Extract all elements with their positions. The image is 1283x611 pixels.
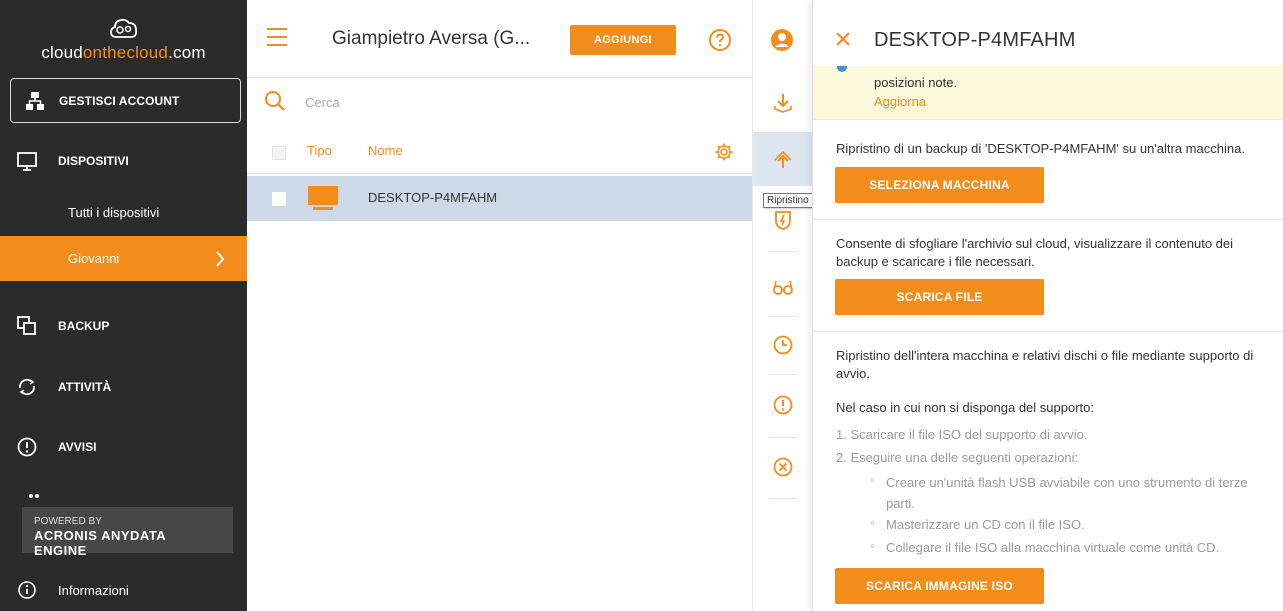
sub-step-1: Creare un'unità flash USB avviabile con … xyxy=(886,475,1248,511)
device-list-pane: Giampietro Aversa (G... AGGIUNGI Tipo No… xyxy=(247,0,752,611)
powered-by-badge: POWERED BY ACRONIS ANYDATA ENGINE xyxy=(22,507,233,558)
top-bar: Giampietro Aversa (G... AGGIUNGI xyxy=(247,0,752,78)
powered-by-label: POWERED BY xyxy=(34,516,102,527)
nav-alerts-label: AVVISI xyxy=(58,440,97,454)
recover-to-other-machine-section: Ripristino di un backup di 'DESKTOP-P4MF… xyxy=(813,121,1283,220)
section-description: Ripristino di un backup di 'DESKTOP-P4MF… xyxy=(836,141,1245,156)
strip-divider xyxy=(769,374,797,375)
alert-circle-icon xyxy=(773,395,793,415)
user-account-icon[interactable] xyxy=(770,28,794,52)
backup-now-button[interactable] xyxy=(753,76,813,130)
desktop-computer-icon xyxy=(308,186,338,210)
hamburger-menu-icon[interactable] xyxy=(266,27,288,47)
nav-backup-label: BACKUP xyxy=(58,319,110,333)
step-2: 2. Eseguire una delle seguenti operazion… xyxy=(836,450,1079,465)
close-icon[interactable] xyxy=(836,32,850,46)
alert-circle-icon xyxy=(17,437,37,457)
bullet-icon: ◦ xyxy=(870,515,875,530)
shield-bolt-icon xyxy=(775,211,791,230)
media-note: Nel caso in cui non si disponga del supp… xyxy=(836,400,1094,415)
nav-all-devices[interactable]: Tutti i dispositivi xyxy=(0,190,247,235)
strip-divider xyxy=(769,251,797,252)
row-checkbox[interactable] xyxy=(272,192,286,206)
download-files-button[interactable]: SCARICA FILE xyxy=(835,279,1044,315)
help-icon[interactable] xyxy=(708,28,732,52)
info-dot-icon xyxy=(837,66,847,72)
chevron-right-icon xyxy=(216,250,225,267)
recovery-button[interactable] xyxy=(753,132,813,186)
nav-info[interactable]: Informazioni xyxy=(0,570,247,610)
gear-icon[interactable] xyxy=(714,142,734,162)
search-row xyxy=(247,78,752,126)
account-name[interactable]: Giampietro Aversa (G... xyxy=(332,28,530,50)
sidebar: cloudonthecloud.com GESTISCI ACCOUNT DIS… xyxy=(0,0,247,611)
download-iso-button[interactable]: SCARICA IMMAGINE ISO xyxy=(835,568,1044,604)
nav-alerts[interactable]: AVVISI xyxy=(0,422,247,472)
sync-icon xyxy=(19,378,35,396)
recovery-tooltip: Ripristino xyxy=(763,193,813,208)
delete-button[interactable] xyxy=(753,440,813,494)
device-detail-panel: DESKTOP-P4MFAHM posizioni note. Aggiorna… xyxy=(812,0,1283,611)
section-description: Consente di sfogliare l'archivio sul clo… xyxy=(836,236,1234,269)
table-header: Tipo Nome xyxy=(247,130,752,174)
download-arrow-icon xyxy=(774,94,792,113)
sub-step-2: Masterizzare un CD con il file ISO. xyxy=(886,517,1085,532)
browse-files-button[interactable] xyxy=(753,260,813,314)
cloud-gears-icon xyxy=(109,18,137,38)
panel-header: DESKTOP-P4MFAHM xyxy=(813,0,1283,76)
strip-divider xyxy=(769,498,797,499)
manage-account-button[interactable]: GESTISCI ACCOUNT xyxy=(10,78,241,123)
strip-divider xyxy=(769,316,797,317)
update-alert: posizioni note. Aggiorna xyxy=(813,66,1283,120)
clock-icon xyxy=(773,335,793,355)
backup-copy-icon xyxy=(17,316,36,335)
nav-all-devices-label: Tutti i dispositivi xyxy=(68,205,160,220)
select-machine-button[interactable]: SELEZIONA MACCHINA xyxy=(835,167,1044,203)
nav-group-giovanni[interactable]: Giovanni xyxy=(0,236,247,281)
bootable-media-section: Ripristino dell'intera macchina e relati… xyxy=(813,333,1283,611)
device-name: DESKTOP-P4MFAHM xyxy=(368,190,498,205)
nav-info-label: Informazioni xyxy=(58,582,129,598)
alert-text: posizioni note. xyxy=(874,75,958,90)
nav-activities[interactable]: ATTIVITÀ xyxy=(0,362,247,412)
action-strip xyxy=(752,0,813,611)
partial-nav-icon xyxy=(29,494,39,498)
step-1: 1. Scaricare il file ISO del supporto di… xyxy=(836,427,1088,442)
manage-account-label: GESTISCI ACCOUNT xyxy=(59,93,180,108)
column-type-header[interactable]: Tipo xyxy=(307,143,332,158)
nav-devices[interactable]: DISPOSITIVI xyxy=(0,136,247,186)
upload-arrow-icon xyxy=(774,150,792,168)
nav-backup[interactable]: BACKUP xyxy=(0,301,247,351)
info-icon xyxy=(18,581,36,599)
table-row[interactable]: DESKTOP-P4MFAHM xyxy=(247,176,752,221)
bullet-icon: ◦ xyxy=(870,538,875,553)
download-files-section: Consente di sfogliare l'archivio sul clo… xyxy=(813,221,1283,332)
select-all-checkbox[interactable] xyxy=(272,146,286,160)
logo-text: cloudonthecloud.com xyxy=(41,43,206,62)
search-input[interactable] xyxy=(305,90,725,114)
nav-activities-label: ATTIVITÀ xyxy=(58,380,112,394)
update-link[interactable]: Aggiorna xyxy=(874,94,926,109)
hierarchy-icon xyxy=(26,91,44,110)
schedule-button[interactable] xyxy=(753,318,813,372)
nav-group-label: Giovanni xyxy=(68,251,120,266)
close-circle-icon xyxy=(773,457,793,477)
glasses-icon xyxy=(773,280,793,295)
nav-devices-label: DISPOSITIVI xyxy=(58,154,129,168)
alerts-button[interactable] xyxy=(753,378,813,432)
sub-step-3: Collegare il file ISO alla macchina virt… xyxy=(886,540,1220,555)
add-button[interactable]: AGGIUNGI xyxy=(570,25,676,55)
brand-logo[interactable]: cloudonthecloud.com xyxy=(0,0,247,76)
panel-title: DESKTOP-P4MFAHM xyxy=(874,29,1076,51)
bullet-icon: ◦ xyxy=(870,472,875,487)
section-description: Ripristino dell'intera macchina e relati… xyxy=(836,348,1254,381)
column-name-header[interactable]: Nome xyxy=(368,143,403,158)
search-icon[interactable] xyxy=(264,90,286,112)
monitor-icon xyxy=(17,152,37,171)
engine-label: ACRONIS ANYDATA ENGINE xyxy=(34,528,166,558)
strip-divider xyxy=(769,437,797,438)
